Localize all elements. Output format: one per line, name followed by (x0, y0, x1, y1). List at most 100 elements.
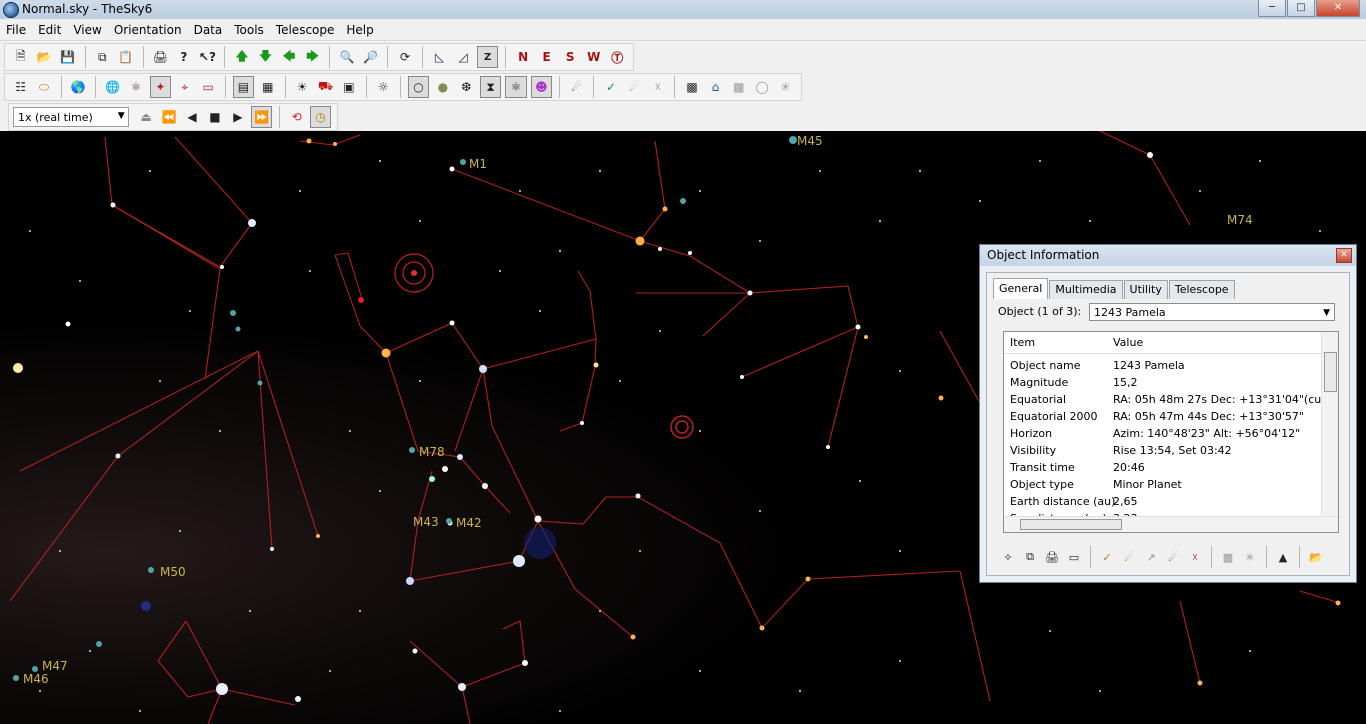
sky-label-m78[interactable]: M78 (419, 445, 445, 459)
close-button[interactable]: ✕ (1316, 0, 1360, 17)
menu-orientation[interactable]: Orientation (108, 23, 188, 37)
list-item[interactable]: Equatorial RA: 05h 48m 27s Dec: +13°31'04… (1004, 391, 1338, 408)
tab-general[interactable]: General (993, 278, 1049, 299)
filter-icon[interactable]: ▦ (258, 77, 277, 97)
globe-grid-icon[interactable]: ⚛ (126, 77, 145, 97)
galaxy-icon[interactable]: ⧗ (479, 76, 502, 98)
sun-icon[interactable]: ☀ (292, 77, 311, 97)
menu-file[interactable]: File (0, 23, 32, 37)
horizon-icon[interactable]: ◺ (430, 47, 450, 67)
paste-icon[interactable]: 📋 (116, 47, 136, 67)
sky-label-m50[interactable]: M50 (160, 565, 186, 579)
print-icon[interactable]: 🖨 (151, 47, 171, 67)
center-object-icon[interactable]: ✧ (999, 548, 1017, 566)
chart-icon[interactable]: ☷ (11, 77, 30, 97)
sky-label-m45[interactable]: M45 (797, 134, 823, 148)
telescope-slew-icon[interactable]: ✓ (1098, 548, 1116, 566)
label-icon[interactable]: ▭ (1065, 548, 1083, 566)
list-item[interactable]: Equatorial 2000 RA: 05h 47m 44s Dec: +13°… (1004, 408, 1322, 425)
camera-disabled-icon[interactable]: ▩ (1219, 548, 1237, 566)
look-west-icon[interactable]: W (584, 47, 604, 67)
vertical-scrollbar[interactable] (1321, 332, 1338, 516)
tab-multimedia[interactable]: Multimedia (1049, 280, 1123, 299)
save-icon[interactable]: 💾 (58, 47, 78, 67)
move-right-icon[interactable]: 🡆 (303, 47, 323, 67)
telescope-slew-icon[interactable]: ☄ (625, 77, 644, 97)
filter-wheel-icon[interactable]: ◯ (752, 77, 771, 97)
rotate-icon[interactable]: ⟳ (395, 47, 415, 67)
tab-utility[interactable]: Utility (1123, 280, 1168, 299)
menu-help[interactable]: Help (340, 23, 379, 37)
telescope-icon[interactable]: ☄ (567, 77, 586, 97)
tab-telescope[interactable]: Telescope (1168, 280, 1235, 299)
menu-telescope[interactable]: Telescope (270, 23, 341, 37)
scroll-thumb[interactable] (1020, 519, 1122, 530)
monitor-icon[interactable]: ▣ (339, 77, 358, 97)
print-icon[interactable]: 🖨 (1043, 548, 1061, 566)
minimize-button[interactable]: ─ (1258, 0, 1286, 17)
observatory-icon[interactable]: ⌂ (706, 77, 725, 97)
maximize-button[interactable]: □ (1287, 0, 1315, 17)
stop-icon[interactable]: ■ (205, 107, 224, 127)
binoculars-icon[interactable]: ☼ (374, 77, 393, 97)
zoom-out-icon[interactable]: 🔎 (361, 47, 381, 67)
earth-icon[interactable]: 🌎 (69, 77, 88, 97)
move-up-icon[interactable]: ▲ (1274, 548, 1292, 566)
telescope-abort-icon[interactable]: ☓ (1186, 548, 1204, 566)
labels-icon[interactable]: ▤ (232, 76, 255, 98)
new-file-icon[interactable]: 🗎 (11, 47, 31, 67)
menu-data[interactable]: Data (188, 23, 229, 37)
sky-label-m74[interactable]: M74 (1227, 213, 1253, 227)
fast-reverse-icon[interactable]: ⏪ (160, 107, 179, 127)
open-folder-icon[interactable]: 📂 (35, 47, 55, 67)
scroll-thumb[interactable] (1324, 352, 1337, 392)
step-reverse-icon[interactable]: ◀ (183, 107, 202, 127)
horizontal-scrollbar[interactable] (1004, 516, 1338, 532)
copy-icon[interactable]: ⧉ (93, 47, 113, 67)
list-item[interactable]: Object name 1243 Pamela (1004, 357, 1322, 374)
clock-icon[interactable]: ◷ (310, 106, 332, 128)
object-select[interactable]: 1243 Pamela ▼ (1089, 303, 1335, 321)
ecliptic-icon[interactable]: ⬭ (34, 77, 53, 97)
sky-label-m43[interactable]: M43 (413, 515, 439, 529)
car-icon[interactable]: ⛟ (316, 77, 335, 97)
look-east-icon[interactable]: E (537, 47, 557, 67)
autoguide-icon[interactable]: ✳ (776, 77, 795, 97)
sky-label-m47[interactable]: M47 (42, 659, 68, 673)
list-item[interactable]: Object type Minor Planet (1004, 476, 1322, 493)
constellation-boundaries-icon[interactable]: ▭ (198, 77, 217, 97)
dialog-close-icon[interactable]: ✕ (1336, 248, 1352, 263)
reset-time-icon[interactable]: ⟲ (287, 107, 306, 127)
camera-icon[interactable]: ▩ (682, 77, 701, 97)
menu-view[interactable]: View (67, 23, 107, 37)
list-item[interactable]: Earth distance (au) 2,65 (1004, 493, 1322, 510)
focuser-icon[interactable]: ▩ (729, 77, 748, 97)
meridian-icon[interactable]: ◿ (453, 47, 473, 67)
time-speed-select[interactable]: 1x (real time) ▼ (13, 107, 129, 127)
column-header-item[interactable]: Item (1010, 336, 1035, 349)
fast-forward-icon[interactable]: ⏩ (251, 106, 273, 128)
nebula-icon[interactable]: ⚛ (505, 76, 527, 98)
grid-icon[interactable]: 🌐 (103, 77, 122, 97)
telescope-sync-icon[interactable]: ☄ (1120, 548, 1138, 566)
zenith-icon[interactable]: Z (476, 46, 499, 68)
move-up-icon[interactable]: 🡅 (232, 47, 252, 67)
list-item[interactable]: Horizon Azim: 140°48'23" Alt: +56°04'12" (1004, 425, 1322, 442)
sky-label-m46[interactable]: M46 (23, 672, 49, 686)
move-left-icon[interactable]: 🡄 (279, 47, 299, 67)
step-forward-icon[interactable]: ▶ (228, 107, 247, 127)
autoguide-disabled-icon[interactable]: ✳ (1241, 548, 1259, 566)
telescope-connect-icon[interactable]: ✓ (601, 77, 620, 97)
image-icon[interactable]: ☻ (530, 76, 552, 98)
constellation-lines-icon[interactable]: ⌖ (175, 77, 194, 97)
planets-icon[interactable]: ● (433, 77, 452, 97)
deep-sky-icon[interactable]: ❆ (457, 77, 476, 97)
eject-icon[interactable]: ⏏ (137, 107, 156, 127)
telescope-goto-icon[interactable]: ☄ (1164, 548, 1182, 566)
look-north-icon[interactable]: N (513, 47, 533, 67)
telescope-track-icon[interactable]: ↗ (1142, 548, 1160, 566)
column-header-value[interactable]: Value (1113, 336, 1143, 349)
list-item[interactable]: Transit time 20:46 (1004, 459, 1322, 476)
object-properties-list[interactable]: Item Value Object name 1243 Pamela Magnit… (1003, 331, 1339, 533)
copy-icon[interactable]: ⧉ (1021, 548, 1039, 566)
